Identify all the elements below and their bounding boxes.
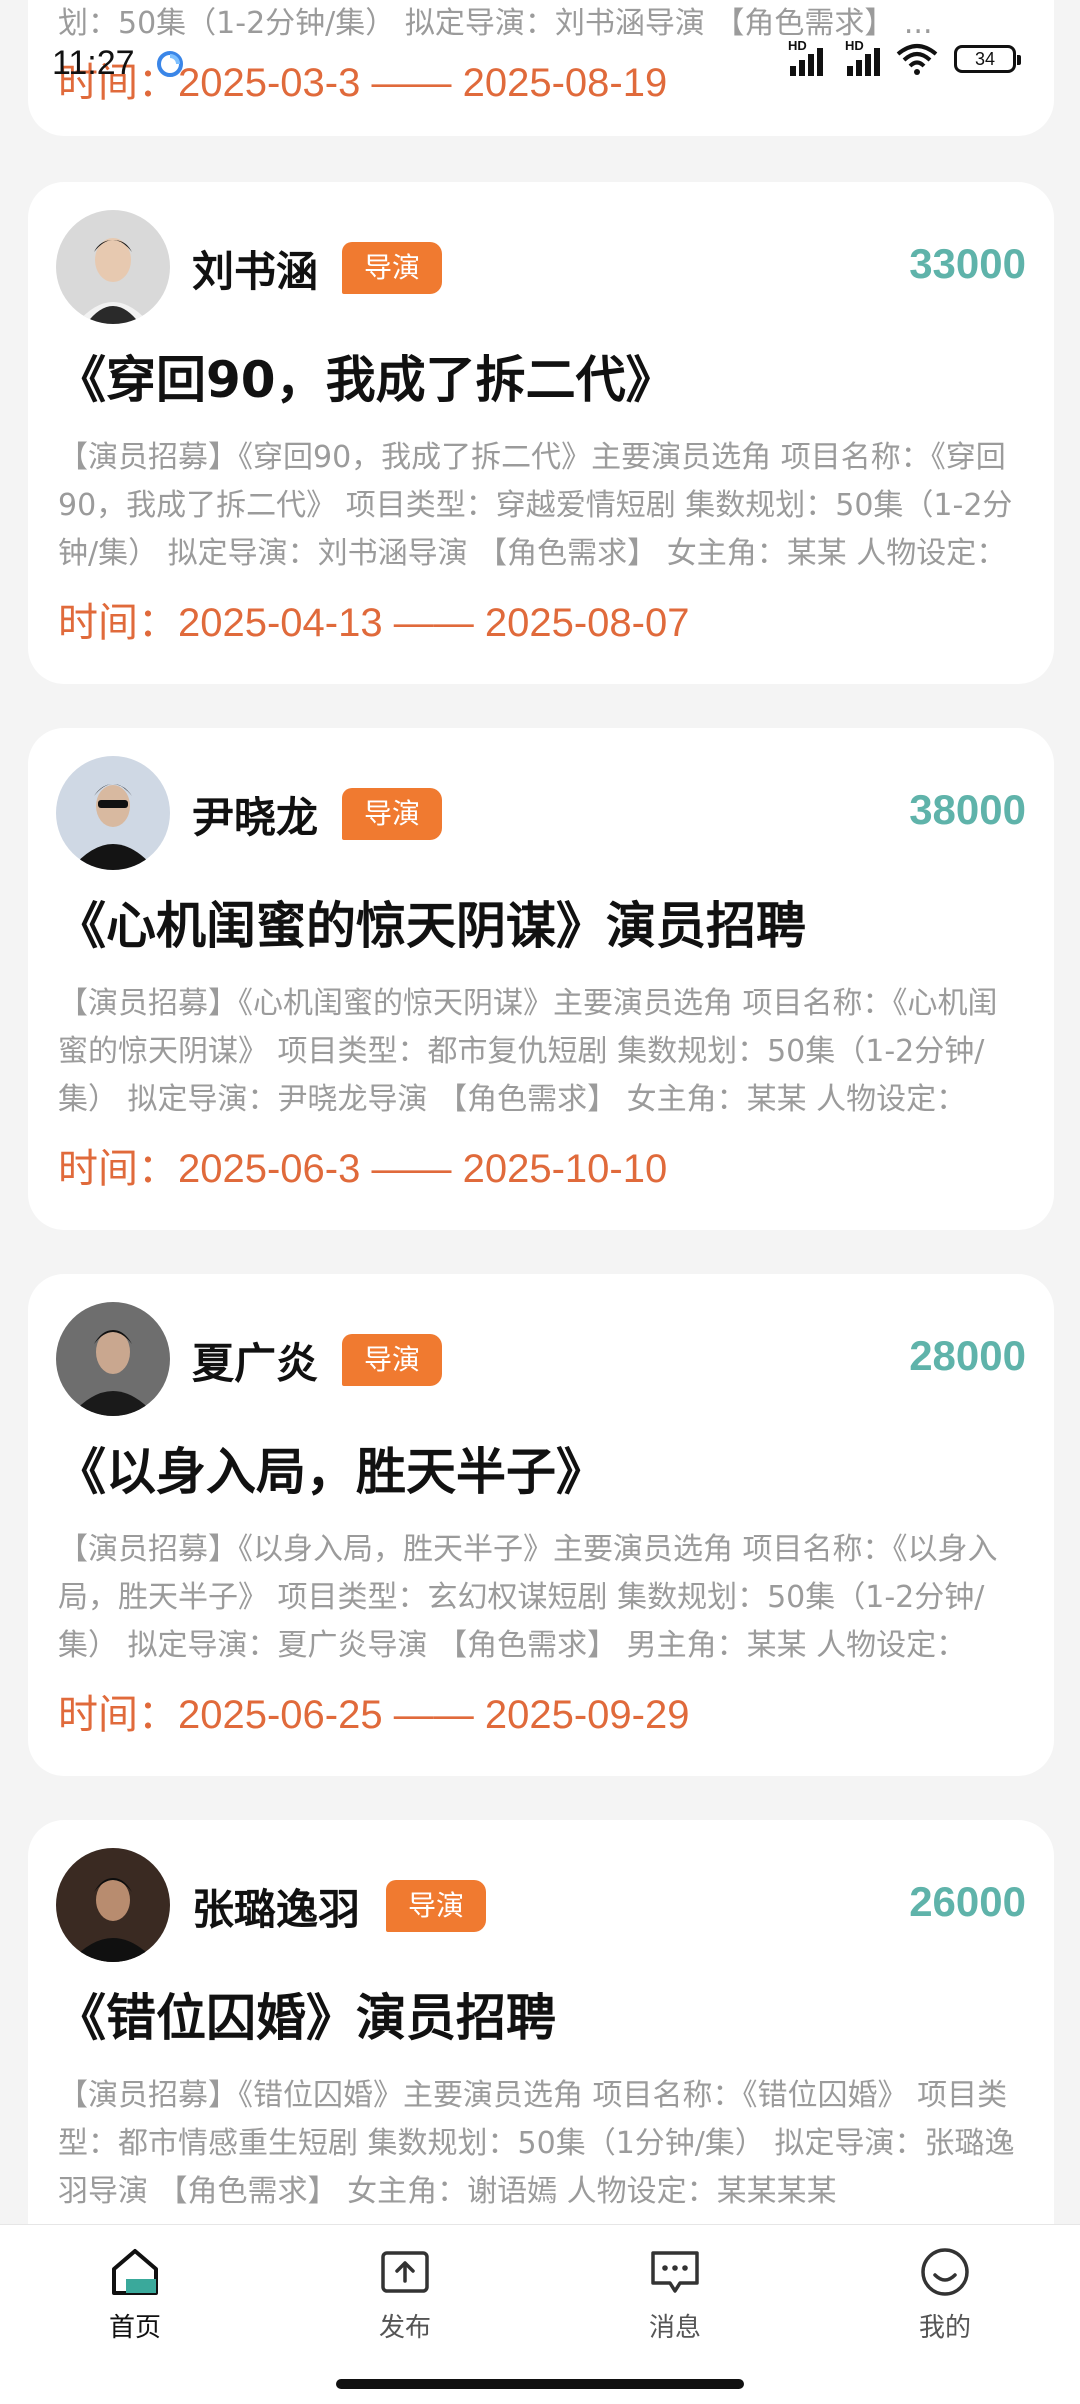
home-indicator[interactable] — [336, 2379, 744, 2389]
nav-publish-label: 发布 — [378, 2313, 431, 2343]
wifi-icon — [896, 44, 938, 75]
budget-amount: 33000 — [909, 240, 1026, 287]
status-icons: HD HD 34 — [788, 38, 1021, 76]
nav-messages-label: 消息 — [648, 2313, 701, 2343]
project-title: 《心机闺蜜的惊天阴谋》演员招聘 — [56, 897, 806, 955]
project-title: 《错位囚婚》演员招聘 — [56, 1989, 556, 2047]
avatar[interactable] — [56, 1302, 170, 1416]
director-name: 刘书涵 — [192, 247, 319, 296]
casting-card[interactable]: 刘书涵 导演 33000 《穿回90，我成了拆二代》 【演员招募】《穿回90，我… — [28, 182, 1054, 684]
avatar[interactable] — [56, 210, 170, 324]
avatar[interactable] — [56, 1848, 170, 1962]
bottom-nav: 首页 发布 消息 我的 — [0, 2224, 1080, 2404]
nav-publish[interactable]: 发布 — [325, 2245, 485, 2344]
nav-mine[interactable]: 我的 — [865, 2245, 1025, 2344]
director-name: 尹晓龙 — [192, 793, 319, 842]
casting-card[interactable]: 尹晓龙 导演 38000 《心机闺蜜的惊天阴谋》演员招聘 【演员招募】《心机闺蜜… — [28, 728, 1054, 1230]
battery-level: 34 — [974, 48, 996, 69]
budget-amount: 26000 — [909, 1878, 1026, 1925]
project-title: 《穿回90，我成了拆二代》 — [56, 351, 676, 409]
card-time-range: 时间：2025-06-25 —— 2025-09-29 — [58, 1693, 690, 1737]
card-description: 【演员招募】《心机闺蜜的惊天阴谋》主要演员选角 项目名称：《心机闺蜜的惊天阴谋》… — [58, 986, 998, 1117]
card-time-range: 时间：2025-06-3 —— 2025-10-10 — [58, 1147, 668, 1191]
director-name: 张璐逸羽 — [192, 1885, 361, 1934]
signal-icon: HD — [845, 38, 880, 76]
message-icon — [651, 2251, 699, 2293]
project-title: 《以身入局，胜天半子》 — [56, 1443, 606, 1501]
role-badge: 导演 — [342, 788, 443, 840]
battery-icon: 34 — [954, 45, 1021, 73]
status-time: 11:27 — [52, 44, 135, 82]
nav-home-label: 首页 — [108, 2313, 161, 2343]
nav-mine-label: 我的 — [918, 2313, 971, 2343]
avatar[interactable] — [56, 756, 170, 870]
role-badge: 导演 — [342, 242, 443, 294]
role-badge: 导演 — [342, 1334, 443, 1386]
profile-icon — [921, 2248, 969, 2296]
card-description: 【演员招募】《错位囚婚》主要演员选角 项目名称：《错位囚婚》 项目类型：都市情感… — [58, 2078, 1015, 2209]
signal-icon: HD — [788, 38, 823, 76]
director-name: 夏广炎 — [192, 1339, 319, 1388]
nav-home[interactable]: 首页 — [55, 2245, 215, 2344]
role-badge: 导演 — [386, 1880, 487, 1932]
card-description: 【演员招募】《穿回90，我成了拆二代》主要演员选角 项目名称：《穿回90，我成了… — [58, 440, 1013, 571]
home-icon — [112, 2249, 158, 2295]
app-notification-icon — [157, 51, 183, 77]
casting-card[interactable]: 夏广炎 导演 28000 《以身入局，胜天半子》 【演员招募】《以身入局，胜天半… — [28, 1274, 1054, 1776]
status-bar: 11:27 HD HD 34 — [0, 36, 1080, 96]
budget-amount: 38000 — [909, 786, 1026, 833]
card-description: 【演员招募】《以身入局，胜天半子》主要演员选角 项目名称：《以身入局，胜天半子》… — [58, 1532, 998, 1663]
card-time-range: 时间：2025-04-13 —— 2025-08-07 — [58, 601, 690, 645]
publish-icon — [381, 2251, 429, 2293]
budget-amount: 28000 — [909, 1332, 1026, 1379]
nav-messages[interactable]: 消息 — [595, 2245, 755, 2344]
